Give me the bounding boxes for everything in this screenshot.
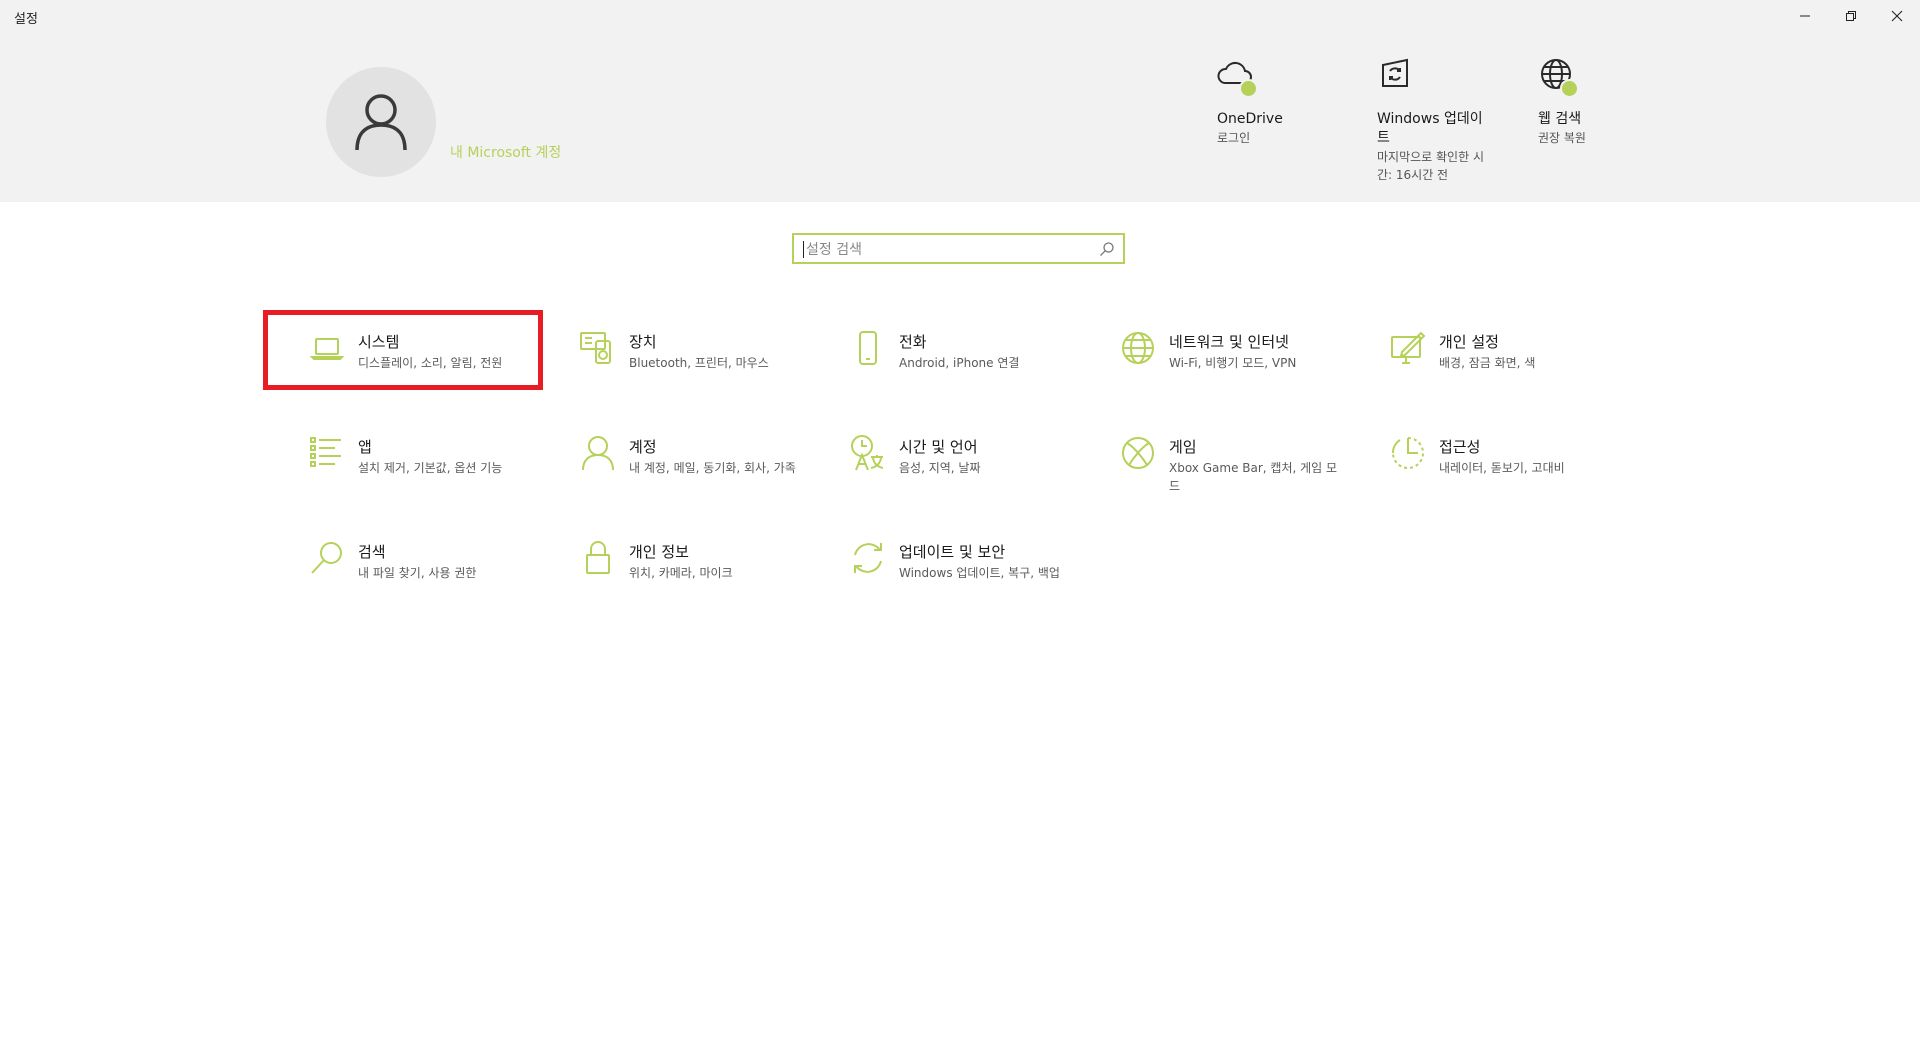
category-desc: 설치 제거, 기본값, 옵션 기능 — [358, 461, 503, 475]
category-desc: Xbox Game Bar, 캡처, 게임 모드 — [1169, 461, 1338, 493]
category-name: 장치 — [629, 333, 657, 351]
category-network[interactable]: 네트워크 및 인터넷 Wi-Fi, 비행기 모드, VPN — [1074, 310, 1354, 390]
status-title: 웹 검색 — [1538, 111, 1582, 127]
settings-search-box[interactable]: 설정 검색 — [792, 233, 1125, 264]
phone-icon — [859, 331, 877, 365]
category-desc: 음성, 지역, 날짜 — [899, 461, 981, 475]
search-icon — [311, 542, 342, 574]
window-title: 설정 — [14, 12, 38, 27]
category-update-security[interactable]: 업데이트 및 보안 Windows 업데이트, 복구, 백업 — [804, 520, 1084, 600]
category-name: 검색 — [358, 543, 386, 561]
category-personalization[interactable]: 개인 설정 배경, 잠금 화면, 색 — [1344, 310, 1624, 390]
status-sub: 권장 복원 — [1538, 131, 1586, 145]
status-web-search[interactable]: 웹 검색 권장 복원 — [1538, 56, 1668, 147]
category-desc: 내 파일 찾기, 사용 권한 — [358, 566, 477, 580]
status-onedrive[interactable]: OneDrive 로그인 — [1217, 56, 1347, 147]
apps-list-icon — [310, 437, 341, 467]
category-desc: Wi-Fi, 비행기 모드, VPN — [1169, 356, 1297, 370]
search-icon[interactable] — [1099, 241, 1115, 257]
category-accessibility[interactable]: 접근성 내레이터, 돋보기, 고대비 — [1344, 415, 1624, 495]
category-name: 전화 — [899, 333, 927, 351]
user-avatar-icon — [355, 94, 407, 151]
xbox-icon — [1122, 437, 1154, 469]
globe-icon — [1122, 332, 1154, 364]
accessibility-icon — [1391, 437, 1424, 469]
category-name: 네트워크 및 인터넷 — [1169, 333, 1289, 351]
update-icon — [1377, 56, 1421, 100]
devices-icon — [580, 332, 611, 364]
globe-icon — [1538, 56, 1582, 100]
category-name: 개인 설정 — [1439, 333, 1499, 351]
minimize-icon — [1800, 15, 1810, 17]
cloud-icon — [1217, 56, 1261, 100]
category-accounts[interactable]: 계정 내 계정, 메일, 동기화, 회사, 가족 — [534, 415, 814, 495]
title-bar: 설정 — [0, 0, 1920, 32]
category-privacy[interactable]: 개인 정보 위치, 카메라, 마이크 — [534, 520, 814, 600]
user-avatar[interactable] — [326, 67, 436, 177]
category-name: 앱 — [358, 438, 372, 456]
lock-icon — [586, 541, 610, 574]
search-placeholder: 설정 검색 — [806, 241, 862, 258]
time-language-icon — [851, 435, 884, 471]
restore-icon — [1846, 11, 1856, 21]
category-name: 시간 및 언어 — [899, 438, 978, 456]
category-desc: 내레이터, 돋보기, 고대비 — [1439, 461, 1565, 475]
status-sub: 마지막으로 확인한 시간: 16시간 전 — [1377, 150, 1484, 182]
category-search[interactable]: 검색 내 파일 찾기, 사용 권한 — [263, 520, 543, 600]
text-caret — [803, 241, 804, 258]
category-gaming[interactable]: 게임 Xbox Game Bar, 캡처, 게임 모드 — [1074, 415, 1354, 495]
category-desc: 디스플레이, 소리, 알림, 전원 — [358, 356, 503, 370]
category-desc: 배경, 잠금 화면, 색 — [1439, 356, 1536, 370]
status-windows-update[interactable]: Windows 업데이트 마지막으로 확인한 시간: 16시간 전 — [1377, 56, 1489, 184]
category-desc: Windows 업데이트, 복구, 백업 — [899, 566, 1060, 580]
close-button[interactable] — [1874, 0, 1920, 32]
close-icon — [1891, 10, 1903, 22]
category-name: 계정 — [629, 438, 657, 456]
restore-button[interactable] — [1828, 0, 1874, 32]
category-desc: Android, iPhone 연결 — [899, 356, 1020, 370]
sync-icon — [854, 543, 882, 573]
minimize-button[interactable] — [1782, 0, 1828, 32]
category-system[interactable]: 시스템 디스플레이, 소리, 알림, 전원 — [263, 310, 543, 390]
category-desc: 내 계정, 메일, 동기화, 회사, 가족 — [629, 461, 796, 475]
category-name: 접근성 — [1439, 438, 1481, 456]
status-sub: 로그인 — [1217, 131, 1251, 145]
category-name: 시스템 — [358, 333, 400, 351]
category-time-language[interactable]: 시간 및 언어 음성, 지역, 날짜 — [804, 415, 1084, 495]
microsoft-account-link[interactable]: 내 Microsoft 계정 — [450, 142, 561, 162]
category-phone[interactable]: 전화 Android, iPhone 연결 — [804, 310, 1084, 390]
category-name: 개인 정보 — [629, 543, 689, 561]
category-name: 업데이트 및 보안 — [899, 543, 1006, 561]
person-icon — [582, 436, 614, 471]
status-title: Windows 업데이트 — [1377, 111, 1483, 146]
laptop-icon — [309, 338, 345, 360]
category-name: 게임 — [1169, 438, 1197, 456]
personalization-icon — [1391, 331, 1426, 364]
category-desc: 위치, 카메라, 마이크 — [629, 566, 733, 580]
status-title: OneDrive — [1217, 111, 1283, 127]
category-devices[interactable]: 장치 Bluetooth, 프린터, 마우스 — [534, 310, 814, 390]
category-apps[interactable]: 앱 설치 제거, 기본값, 옵션 기능 — [263, 415, 543, 495]
category-desc: Bluetooth, 프린터, 마우스 — [629, 356, 769, 370]
